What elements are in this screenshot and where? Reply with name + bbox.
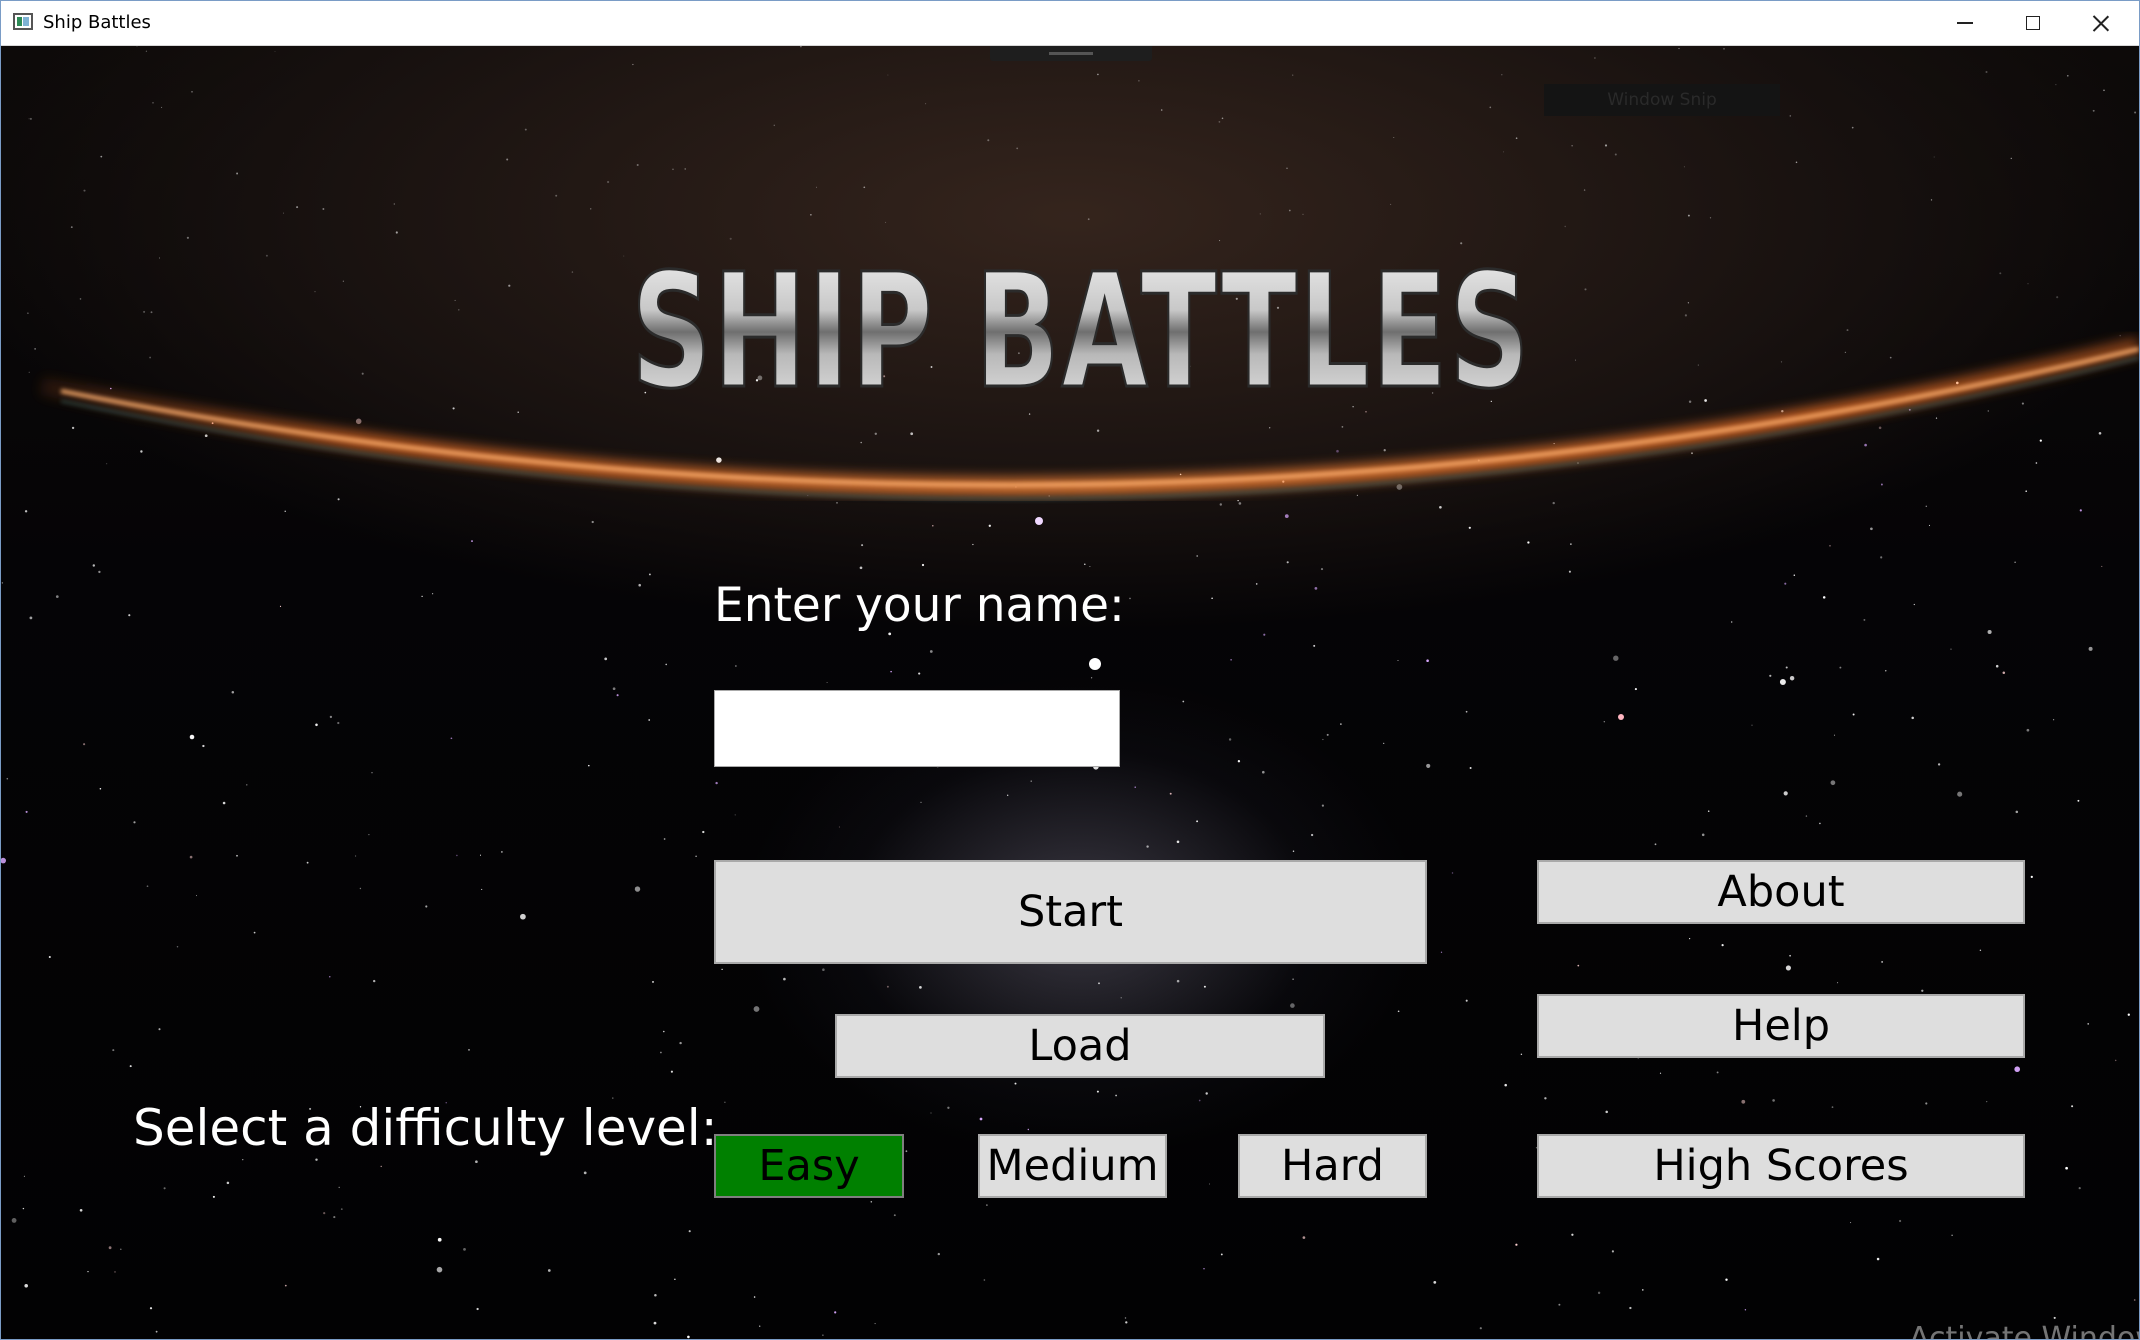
logo-text: SHIP BATTLES bbox=[631, 240, 1531, 424]
name-prompt-label: Enter your name: bbox=[714, 578, 1125, 633]
close-icon bbox=[2092, 14, 2110, 32]
maximize-button[interactable] bbox=[1999, 1, 2067, 45]
help-button[interactable]: Help bbox=[1537, 994, 2025, 1058]
minimize-icon bbox=[1957, 22, 1973, 24]
game-menu-screen: Window Snip SHIP BATTLES Enter your name… bbox=[1, 46, 2139, 1339]
high-scores-button[interactable]: High Scores bbox=[1537, 1134, 2025, 1198]
player-name-input[interactable] bbox=[714, 690, 1120, 767]
difficulty-medium-button[interactable]: Medium bbox=[978, 1134, 1167, 1198]
difficulty-hard-button[interactable]: Hard bbox=[1238, 1134, 1427, 1198]
difficulty-prompt-label: Select a difficulty level: bbox=[133, 1099, 718, 1157]
title-bar[interactable]: Ship Battles bbox=[1, 1, 2139, 46]
app-window-icon bbox=[13, 13, 33, 30]
activation-watermark: Activate Windows bbox=[1909, 1321, 2139, 1339]
start-button[interactable]: Start bbox=[714, 860, 1427, 964]
load-button[interactable]: Load bbox=[835, 1014, 1325, 1078]
snip-drag-handle[interactable] bbox=[990, 46, 1152, 61]
minimize-button[interactable] bbox=[1931, 1, 1999, 45]
app-window: Ship Battles Window Snip SHIP BATTLES En… bbox=[0, 0, 2140, 1340]
difficulty-easy-button[interactable]: Easy bbox=[714, 1134, 904, 1198]
window-title: Ship Battles bbox=[43, 12, 151, 33]
window-snip-bar[interactable]: Window Snip bbox=[1544, 84, 1780, 116]
maximize-icon bbox=[2026, 16, 2040, 30]
game-logo: SHIP BATTLES bbox=[630, 239, 1531, 426]
close-button[interactable] bbox=[2067, 1, 2135, 45]
about-button[interactable]: About bbox=[1537, 860, 2025, 924]
